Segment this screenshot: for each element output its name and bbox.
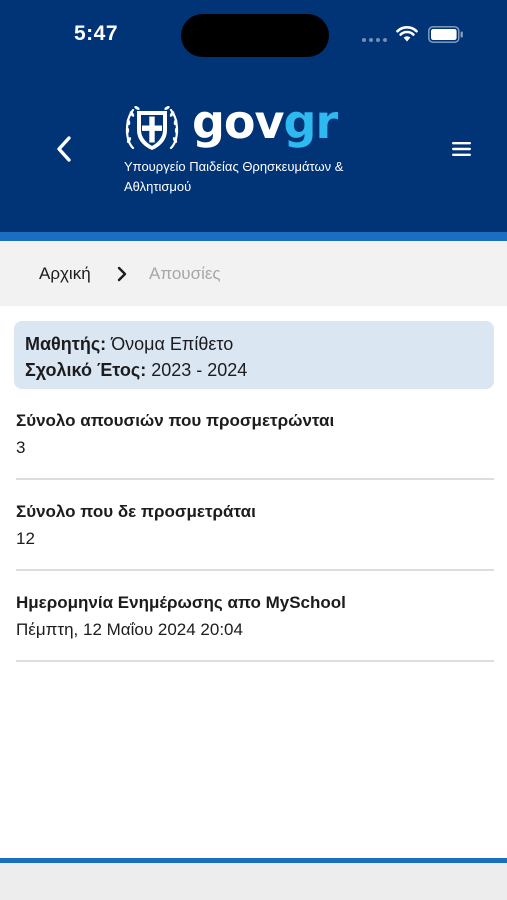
ministry-line-2: Αθλητισμού <box>124 179 192 194</box>
chevron-left-icon[interactable] <box>52 134 78 164</box>
breadcrumb-home-link[interactable]: Αρχική <box>39 264 91 284</box>
student-label: Μαθητής: <box>25 334 107 354</box>
uncounted-absences-value: 12 <box>16 529 35 548</box>
header-accent-stripe <box>0 232 507 241</box>
breadcrumb-current-page: Απουσίες <box>149 264 221 283</box>
status-bar-time: 5:47 <box>74 22 119 45</box>
ministry-name: Υπουργείο Παιδείας Θρησκευμάτων & Αθλητι… <box>124 157 374 197</box>
battery-icon <box>428 26 463 43</box>
cellular-signal-icon <box>362 38 388 42</box>
counted-absences-title: Σύνολο απουσιών που προσμετρώνται <box>16 411 335 430</box>
divider <box>16 569 494 571</box>
update-date-value: Πέμπτη, 12 Μαΐου 2024 20:04 <box>16 620 243 639</box>
update-date-title: Ημερομηνία Ενημέρωσης απο MySchool <box>16 593 346 612</box>
divider <box>16 660 494 662</box>
ministry-line-1: Υπουργείο Παιδείας Θρησκευμάτων & <box>124 159 344 174</box>
student-name: Όνομα Επίθετο <box>111 334 234 354</box>
school-year-value: 2023 - 2024 <box>151 360 248 380</box>
counted-absences-value: 3 <box>16 438 26 457</box>
dynamic-island <box>181 14 329 57</box>
chevron-right-icon <box>117 266 127 282</box>
greek-coat-of-arms-icon <box>125 106 179 150</box>
student-name-line: Μαθητής: Όνομα Επίθετο <box>25 334 233 355</box>
logo-gr-text: gr <box>283 95 339 149</box>
school-year-line: Σχολικό Έτος: 2023 - 2024 <box>25 360 247 381</box>
divider <box>16 478 494 480</box>
hamburger-menu-icon[interactable] <box>448 139 474 159</box>
bottom-bar <box>0 863 507 900</box>
logo-gov-text: gov <box>192 95 285 149</box>
uncounted-absences-title: Σύνολο που δε προσμετράται <box>16 502 256 521</box>
govgr-logo: govgr <box>192 95 339 149</box>
wifi-icon <box>396 26 418 42</box>
school-year-label: Σχολικό Έτος: <box>25 360 147 380</box>
